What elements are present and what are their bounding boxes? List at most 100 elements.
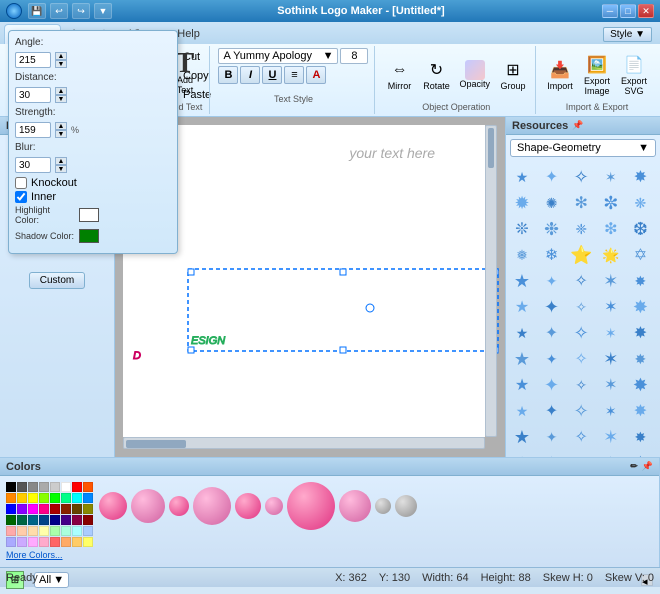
shape-item[interactable]: ★ bbox=[510, 373, 534, 397]
knockout-checkbox[interactable] bbox=[15, 177, 27, 189]
shape-item[interactable]: ❋ bbox=[628, 191, 652, 215]
palette-cell[interactable] bbox=[28, 537, 38, 547]
shape-item[interactable]: ❆ bbox=[628, 217, 652, 241]
shape-item[interactable]: ✶ bbox=[599, 165, 623, 189]
palette-cell[interactable] bbox=[83, 493, 93, 503]
undo-quick-btn[interactable]: ↩ bbox=[50, 3, 68, 19]
shape-item[interactable]: ❇ bbox=[599, 217, 623, 241]
palette-cell[interactable] bbox=[6, 493, 16, 503]
qa-dropdown-btn[interactable]: ▼ bbox=[94, 3, 112, 19]
italic-button[interactable]: I bbox=[240, 66, 260, 84]
maximize-button[interactable]: □ bbox=[620, 4, 636, 18]
shape-item[interactable]: ✧ bbox=[569, 165, 593, 189]
strength-down-btn[interactable]: ▼ bbox=[55, 130, 67, 138]
palette-cell[interactable] bbox=[61, 526, 71, 536]
shape-item[interactable]: ✸ bbox=[628, 347, 652, 371]
palette-cell[interactable] bbox=[17, 526, 27, 536]
palette-cell[interactable] bbox=[61, 493, 71, 503]
shape-item[interactable]: ✸ bbox=[628, 165, 652, 189]
palette-cell[interactable] bbox=[83, 482, 93, 492]
palette-cell[interactable] bbox=[83, 504, 93, 514]
shape-item[interactable]: ✦ bbox=[540, 321, 564, 345]
shape-item[interactable]: ✶ bbox=[599, 373, 623, 397]
shape-item[interactable]: ❄ bbox=[540, 243, 564, 267]
shape-item[interactable]: ✦ bbox=[540, 269, 564, 293]
blur-down-btn[interactable]: ▼ bbox=[55, 165, 67, 173]
shape-item[interactable]: ❅ bbox=[510, 243, 534, 267]
shape-item[interactable]: ✸ bbox=[628, 321, 652, 345]
resources-dropdown[interactable]: Shape-Geometry ▼ bbox=[510, 139, 656, 157]
mirror-button[interactable]: ⇔ Mirror bbox=[381, 56, 417, 94]
shape-item[interactable]: ✧ bbox=[569, 425, 593, 449]
group-button[interactable]: ⊞ Group bbox=[495, 56, 531, 94]
more-colors-button[interactable]: More Colors... bbox=[6, 550, 93, 560]
shape-item[interactable]: ★ bbox=[510, 165, 534, 189]
colors-pin-icon[interactable]: 📌 bbox=[642, 461, 653, 472]
palette-cell[interactable] bbox=[61, 482, 71, 492]
palette-cell[interactable] bbox=[83, 515, 93, 525]
palette-cell[interactable] bbox=[28, 526, 38, 536]
palette-cell[interactable] bbox=[6, 526, 16, 536]
palette-cell[interactable] bbox=[17, 482, 27, 492]
palette-cell[interactable] bbox=[17, 504, 27, 514]
palette-cell[interactable] bbox=[83, 537, 93, 547]
shape-item[interactable]: ✧ bbox=[569, 347, 593, 371]
shape-item[interactable]: ★ bbox=[510, 451, 534, 457]
opacity-button[interactable]: Opacity bbox=[455, 58, 494, 92]
palette-cell[interactable] bbox=[72, 482, 82, 492]
shape-item[interactable]: ✺ bbox=[540, 191, 564, 215]
blur-up-btn[interactable]: ▲ bbox=[55, 157, 67, 165]
shape-item[interactable]: ✶ bbox=[599, 321, 623, 345]
import-button[interactable]: 📥 Import bbox=[542, 56, 578, 94]
underline-button[interactable]: U bbox=[262, 66, 282, 84]
distance-input[interactable] bbox=[15, 87, 51, 103]
shape-item[interactable]: ✦ bbox=[540, 373, 564, 397]
shape-item[interactable]: ✶ bbox=[599, 425, 623, 449]
palette-cell[interactable] bbox=[72, 515, 82, 525]
shape-item[interactable]: ✸ bbox=[628, 373, 652, 397]
palette-cell[interactable] bbox=[28, 515, 38, 525]
shape-item[interactable]: 🌟 bbox=[599, 243, 623, 267]
export-svg-button[interactable]: 📄 Export SVG bbox=[616, 51, 652, 99]
palette-cell[interactable] bbox=[72, 504, 82, 514]
color-button[interactable]: A bbox=[306, 66, 326, 84]
angle-input[interactable] bbox=[15, 52, 51, 68]
distance-down-btn[interactable]: ▼ bbox=[55, 95, 67, 103]
shape-item[interactable]: ★ bbox=[510, 399, 534, 423]
inner-checkbox[interactable] bbox=[15, 191, 27, 203]
save-quick-btn[interactable]: 💾 bbox=[28, 3, 46, 19]
shape-item[interactable]: ✦ bbox=[540, 295, 564, 319]
align-button[interactable]: ≡ bbox=[284, 66, 304, 84]
shape-item[interactable]: ✧ bbox=[569, 269, 593, 293]
shape-item[interactable]: ✹ bbox=[510, 191, 534, 215]
palette-cell[interactable] bbox=[6, 515, 16, 525]
export-image-button[interactable]: 🖼️ Export Image bbox=[579, 51, 615, 99]
shape-item[interactable]: ✧ bbox=[569, 451, 593, 457]
shadow-color-swatch[interactable] bbox=[79, 229, 99, 243]
palette-cell[interactable] bbox=[50, 526, 60, 536]
shape-item[interactable]: ✦ bbox=[540, 451, 564, 457]
shape-item[interactable]: ✸ bbox=[628, 451, 652, 457]
shape-item[interactable]: ★ bbox=[510, 295, 534, 319]
shape-item[interactable]: ⭐ bbox=[569, 243, 593, 267]
palette-cell[interactable] bbox=[72, 526, 82, 536]
shape-item[interactable]: ✦ bbox=[540, 399, 564, 423]
shape-item[interactable]: ★ bbox=[510, 321, 534, 345]
strength-input[interactable] bbox=[15, 122, 51, 138]
palette-cell[interactable] bbox=[39, 537, 49, 547]
palette-cell[interactable] bbox=[39, 515, 49, 525]
palette-cell[interactable] bbox=[50, 493, 60, 503]
canvas-horizontal-scrollbar[interactable] bbox=[123, 437, 485, 449]
close-button[interactable]: ✕ bbox=[638, 4, 654, 18]
palette-cell[interactable] bbox=[72, 493, 82, 503]
palette-cell[interactable] bbox=[50, 482, 60, 492]
palette-cell[interactable] bbox=[61, 537, 71, 547]
palette-cell[interactable] bbox=[83, 526, 93, 536]
palette-cell[interactable] bbox=[28, 493, 38, 503]
redo-quick-btn[interactable]: ↪ bbox=[72, 3, 90, 19]
shape-item[interactable]: ✧ bbox=[569, 295, 593, 319]
shape-item[interactable]: ★ bbox=[510, 269, 534, 293]
shape-item[interactable]: ✶ bbox=[599, 399, 623, 423]
shape-item[interactable]: ✸ bbox=[628, 399, 652, 423]
shape-item[interactable]: ✧ bbox=[569, 373, 593, 397]
